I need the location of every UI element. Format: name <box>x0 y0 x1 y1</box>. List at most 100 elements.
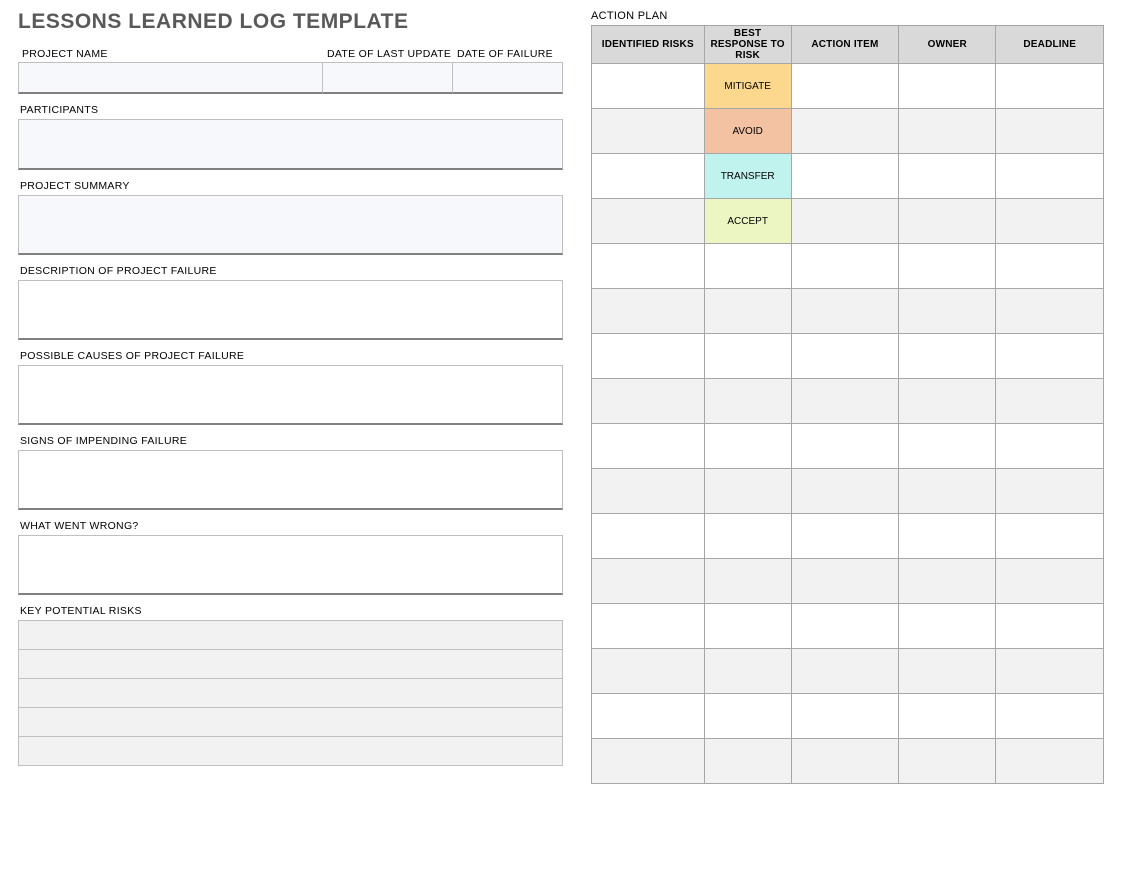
action-cell[interactable] <box>791 604 899 649</box>
signs-impending-input[interactable] <box>18 450 563 510</box>
risk-cell[interactable] <box>592 289 705 334</box>
what-went-wrong-input[interactable] <box>18 535 563 595</box>
owner-cell[interactable] <box>899 109 996 154</box>
response-cell[interactable] <box>704 424 791 469</box>
owner-cell[interactable] <box>899 694 996 739</box>
risk-cell[interactable] <box>592 199 705 244</box>
deadline-cell[interactable] <box>996 64 1104 109</box>
deadline-cell[interactable] <box>996 514 1104 559</box>
action-cell[interactable] <box>791 199 899 244</box>
response-cell[interactable] <box>704 289 791 334</box>
action-cell[interactable] <box>791 559 899 604</box>
owner-cell[interactable] <box>899 334 996 379</box>
response-cell[interactable] <box>704 379 791 424</box>
action-cell[interactable] <box>791 694 899 739</box>
response-cell[interactable] <box>704 559 791 604</box>
response-cell[interactable]: ACCEPT <box>704 199 791 244</box>
action-cell[interactable] <box>791 64 899 109</box>
owner-cell[interactable] <box>899 559 996 604</box>
response-cell[interactable] <box>704 469 791 514</box>
action-cell[interactable] <box>791 154 899 199</box>
owner-cell[interactable] <box>899 199 996 244</box>
risk-cell[interactable] <box>592 559 705 604</box>
response-cell[interactable] <box>704 739 791 784</box>
action-cell[interactable] <box>791 334 899 379</box>
deadline-cell[interactable] <box>996 154 1104 199</box>
action-cell[interactable] <box>791 469 899 514</box>
deadline-cell[interactable] <box>996 199 1104 244</box>
action-cell[interactable] <box>791 649 899 694</box>
action-cell[interactable] <box>791 514 899 559</box>
owner-cell[interactable] <box>899 424 996 469</box>
response-cell[interactable] <box>704 334 791 379</box>
response-cell[interactable] <box>704 514 791 559</box>
response-cell[interactable]: MITIGATE <box>704 64 791 109</box>
risk-cell[interactable] <box>592 64 705 109</box>
risk-cell[interactable] <box>592 514 705 559</box>
date-last-update-input[interactable] <box>323 62 453 94</box>
response-cell[interactable] <box>704 604 791 649</box>
risk-cell[interactable] <box>592 379 705 424</box>
key-risk-row[interactable] <box>18 678 563 708</box>
response-cell[interactable] <box>704 649 791 694</box>
key-risk-row[interactable] <box>18 707 563 737</box>
header-owner: OWNER <box>899 26 996 64</box>
action-cell[interactable] <box>791 109 899 154</box>
risk-cell[interactable] <box>592 109 705 154</box>
owner-cell[interactable] <box>899 244 996 289</box>
risk-cell[interactable] <box>592 334 705 379</box>
deadline-cell[interactable] <box>996 424 1104 469</box>
participants-input[interactable] <box>18 119 563 170</box>
deadline-cell[interactable] <box>996 109 1104 154</box>
key-risk-row[interactable] <box>18 620 563 650</box>
owner-cell[interactable] <box>899 289 996 334</box>
project-name-input[interactable] <box>18 62 323 94</box>
deadline-cell[interactable] <box>996 379 1104 424</box>
risk-cell[interactable] <box>592 154 705 199</box>
risk-cell[interactable] <box>592 649 705 694</box>
risk-cell[interactable] <box>592 244 705 289</box>
risk-cell[interactable] <box>592 424 705 469</box>
label-possible-causes: POSSIBLE CAUSES OF PROJECT FAILURE <box>18 350 563 362</box>
deadline-cell[interactable] <box>996 604 1104 649</box>
owner-cell[interactable] <box>899 154 996 199</box>
deadline-cell[interactable] <box>996 244 1104 289</box>
owner-cell[interactable] <box>899 379 996 424</box>
action-cell[interactable] <box>791 289 899 334</box>
response-cell[interactable]: AVOID <box>704 109 791 154</box>
owner-cell[interactable] <box>899 649 996 694</box>
action-cell[interactable] <box>791 739 899 784</box>
risk-cell[interactable] <box>592 739 705 784</box>
risk-cell[interactable] <box>592 604 705 649</box>
deadline-cell[interactable] <box>996 334 1104 379</box>
owner-cell[interactable] <box>899 469 996 514</box>
possible-causes-input[interactable] <box>18 365 563 425</box>
key-risk-row[interactable] <box>18 736 563 766</box>
deadline-cell[interactable] <box>996 559 1104 604</box>
action-plan-row <box>592 559 1104 604</box>
deadline-cell[interactable] <box>996 469 1104 514</box>
date-failure-input[interactable] <box>453 62 563 94</box>
description-failure-input[interactable] <box>18 280 563 340</box>
action-cell[interactable] <box>791 244 899 289</box>
response-cell[interactable] <box>704 694 791 739</box>
deadline-cell[interactable] <box>996 289 1104 334</box>
key-risk-row[interactable] <box>18 649 563 679</box>
project-summary-input[interactable] <box>18 195 563 255</box>
label-date-last-update: DATE OF LAST UPDATE <box>323 48 453 60</box>
owner-cell[interactable] <box>899 604 996 649</box>
deadline-cell[interactable] <box>996 649 1104 694</box>
deadline-cell[interactable] <box>996 739 1104 784</box>
owner-cell[interactable] <box>899 739 996 784</box>
response-cell[interactable] <box>704 244 791 289</box>
response-cell[interactable]: TRANSFER <box>704 154 791 199</box>
risk-cell[interactable] <box>592 469 705 514</box>
owner-cell[interactable] <box>899 64 996 109</box>
risk-cell[interactable] <box>592 694 705 739</box>
action-cell[interactable] <box>791 424 899 469</box>
deadline-cell[interactable] <box>996 694 1104 739</box>
action-plan-row <box>592 514 1104 559</box>
action-cell[interactable] <box>791 379 899 424</box>
owner-cell[interactable] <box>899 514 996 559</box>
action-plan-table: IDENTIFIED RISKS BEST RESPONSE TO RISK A… <box>591 25 1104 784</box>
